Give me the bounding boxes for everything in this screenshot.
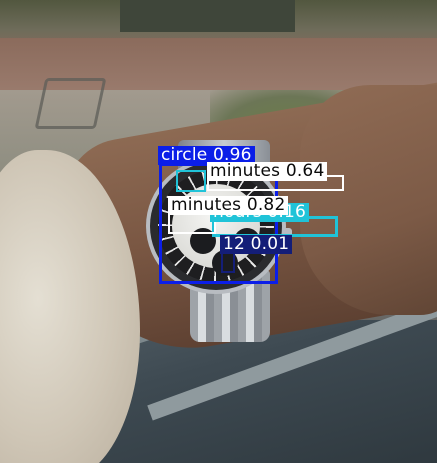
- hand: [300, 85, 437, 315]
- detection-label-minutes: minutes 0.64: [207, 162, 328, 181]
- detection-label-minutes: minutes 0.82: [168, 196, 289, 215]
- photo-scene: circle 0.96 minutes 0.64 hours 0.16 minu…: [0, 0, 437, 463]
- background-bench: [34, 78, 107, 129]
- background-planter: [120, 0, 295, 32]
- detection-label-12: 12 0.01: [220, 235, 293, 254]
